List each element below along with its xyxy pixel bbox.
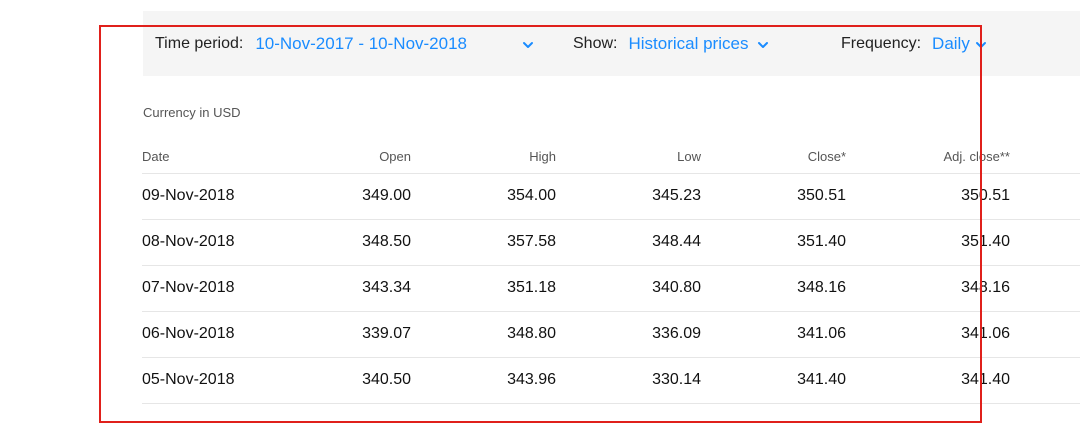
cell-adj-close: 341.06	[961, 325, 1010, 342]
cell-high: 351.18	[507, 279, 556, 296]
show-value[interactable]: Historical prices	[628, 34, 748, 54]
cell-close: 341.40	[797, 371, 846, 388]
table-row: 06-Nov-2018 339.07 348.80 336.09 341.06 …	[142, 312, 1080, 358]
cell-low: 330.14	[652, 371, 701, 388]
historical-prices-table: Date Open High Low Close* Adj. close** 0…	[142, 140, 1080, 404]
frequency-filter[interactable]: Frequency: Daily	[841, 32, 988, 56]
cell-adj-close: 350.51	[961, 187, 1010, 204]
show-filter[interactable]: Show: Historical prices	[573, 32, 770, 56]
cell-low: 348.44	[652, 233, 701, 250]
cell-close: 351.40	[797, 233, 846, 250]
table-row: 09-Nov-2018 349.00 354.00 345.23 350.51 …	[142, 174, 1080, 220]
header-adj-close: Adj. close**	[943, 149, 1010, 164]
chevron-down-icon[interactable]	[756, 38, 770, 52]
cell-high: 343.96	[507, 371, 556, 388]
cell-date: 07-Nov-2018	[142, 279, 235, 296]
cell-adj-close: 348.16	[961, 279, 1010, 296]
table-header: Date Open High Low Close* Adj. close**	[142, 140, 1080, 174]
cell-high: 354.00	[507, 187, 556, 204]
table-row: 07-Nov-2018 343.34 351.18 340.80 348.16 …	[142, 266, 1080, 312]
table-row: 08-Nov-2018 348.50 357.58 348.44 351.40 …	[142, 220, 1080, 266]
cell-close: 348.16	[797, 279, 846, 296]
cell-low: 340.80	[652, 279, 701, 296]
time-period-filter[interactable]: Time period: 10-Nov-2017 - 10-Nov-2018	[155, 32, 533, 56]
header-close: Close*	[807, 149, 846, 164]
cell-close: 350.51	[797, 187, 846, 204]
cell-adj-close: 351.40	[961, 233, 1010, 250]
cell-date: 06-Nov-2018	[142, 325, 235, 342]
frequency-label: Frequency:	[841, 35, 922, 52]
chevron-down-icon[interactable]	[974, 38, 988, 52]
cell-date: 05-Nov-2018	[142, 371, 235, 388]
header-date: Date	[142, 149, 170, 164]
currency-note: Currency in USD	[143, 105, 241, 120]
cell-date: 08-Nov-2018	[142, 233, 235, 250]
time-period-value[interactable]: 10-Nov-2017 - 10-Nov-2018	[255, 34, 467, 54]
cell-close: 341.06	[797, 325, 846, 342]
cell-low: 345.23	[652, 187, 701, 204]
cell-open: 349.00	[362, 187, 411, 204]
cell-open: 348.50	[362, 233, 411, 250]
cell-high: 357.58	[507, 233, 556, 250]
filter-bar: Time period: 10-Nov-2017 - 10-Nov-2018 S…	[143, 11, 1080, 76]
time-period-label: Time period:	[155, 35, 244, 52]
frequency-value[interactable]: Daily	[932, 34, 970, 54]
cell-open: 339.07	[362, 325, 411, 342]
cell-high: 348.80	[507, 325, 556, 342]
show-label: Show:	[573, 35, 618, 52]
header-open: Open	[379, 149, 411, 164]
cell-open: 343.34	[362, 279, 411, 296]
header-high: High	[529, 149, 556, 164]
chevron-down-icon[interactable]	[521, 38, 535, 52]
header-low: Low	[677, 149, 701, 164]
table-row: 05-Nov-2018 340.50 343.96 330.14 341.40 …	[142, 358, 1080, 404]
cell-open: 340.50	[362, 371, 411, 388]
cell-adj-close: 341.40	[961, 371, 1010, 388]
cell-date: 09-Nov-2018	[142, 187, 235, 204]
cell-low: 336.09	[652, 325, 701, 342]
